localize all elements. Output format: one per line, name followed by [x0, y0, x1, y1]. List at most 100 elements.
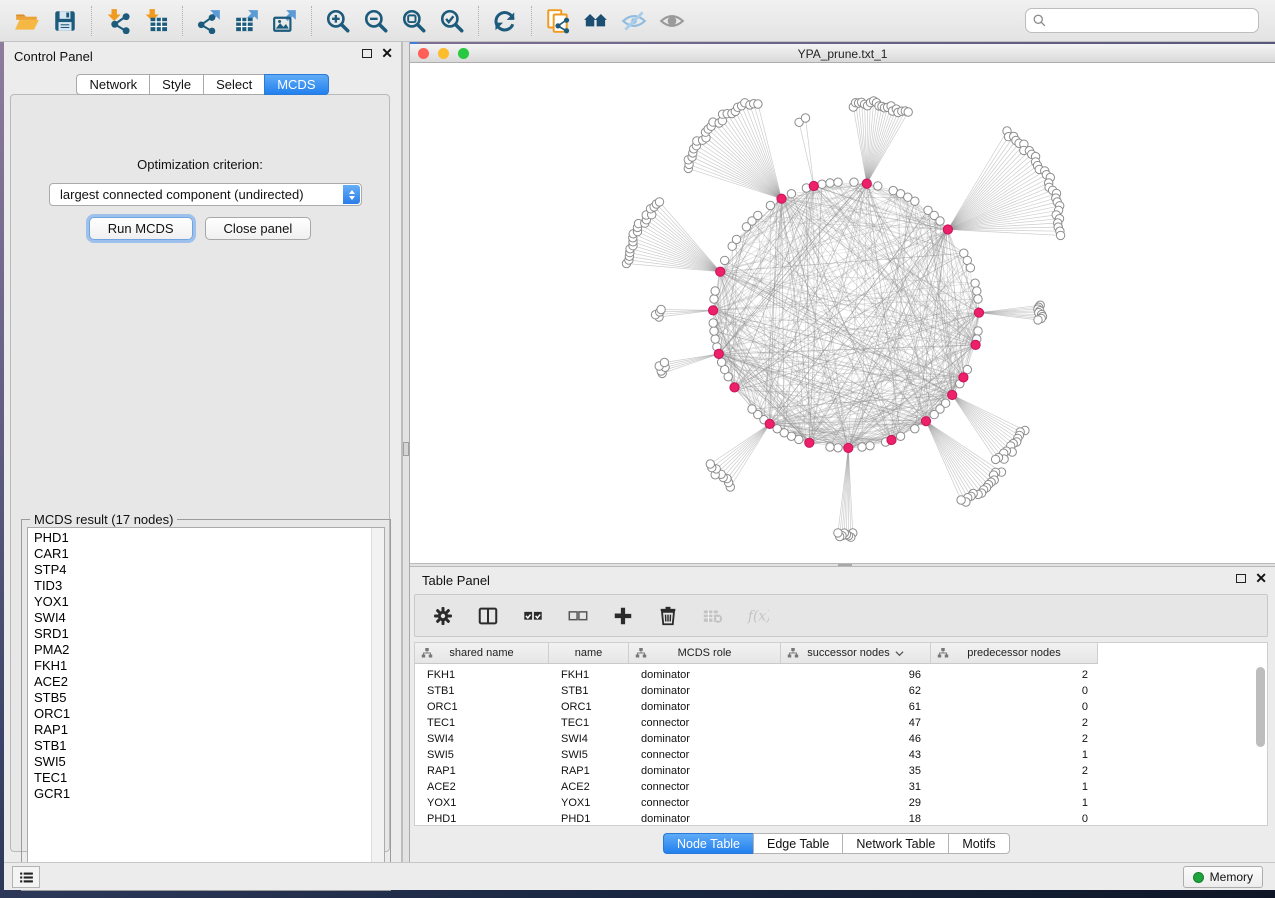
- mcds-result-item[interactable]: ACE2: [28, 674, 384, 690]
- network-node[interactable]: [850, 178, 858, 186]
- mcds-result-item[interactable]: STB5: [28, 690, 384, 706]
- import-network-button[interactable]: [99, 5, 137, 37]
- table-scrollbar[interactable]: [1256, 667, 1265, 817]
- network-node[interactable]: [754, 211, 762, 219]
- gear-button[interactable]: [429, 602, 457, 630]
- export-table-button[interactable]: [228, 5, 266, 37]
- network-node[interactable]: [974, 295, 982, 303]
- network-node[interactable]: [706, 460, 714, 468]
- column-header-name[interactable]: name: [549, 643, 629, 663]
- save-button[interactable]: [46, 5, 84, 37]
- network-node[interactable]: [874, 182, 882, 190]
- network-node[interactable]: [717, 358, 725, 366]
- network-node[interactable]: [973, 287, 981, 295]
- column-header-MCDS-role[interactable]: MCDS role: [629, 643, 781, 663]
- network-node[interactable]: [930, 410, 938, 418]
- mcds-result-item[interactable]: RAP1: [28, 722, 384, 738]
- table-row[interactable]: STB1STB1dominator620: [415, 683, 1098, 699]
- network-node[interactable]: [971, 279, 979, 287]
- mcds-result-item[interactable]: YOX1: [28, 594, 384, 610]
- network-node[interactable]: [974, 327, 982, 335]
- mcds-node[interactable]: [777, 194, 786, 203]
- mcds-node[interactable]: [844, 443, 853, 452]
- list-scrollbar[interactable]: [371, 528, 384, 884]
- network-node[interactable]: [711, 287, 719, 295]
- table-row[interactable]: YOX1YOX1connector291: [415, 795, 1098, 811]
- mcds-node[interactable]: [862, 179, 871, 188]
- tab-mcds[interactable]: MCDS: [264, 74, 328, 95]
- hide-selected-button[interactable]: [615, 5, 653, 37]
- mcds-node[interactable]: [974, 308, 983, 317]
- network-node[interactable]: [766, 201, 774, 209]
- mcds-result-item[interactable]: PMA2: [28, 642, 384, 658]
- copy-network-button[interactable]: [539, 5, 577, 37]
- network-node[interactable]: [826, 179, 834, 187]
- first-neighbors-button[interactable]: [577, 5, 615, 37]
- mcds-node[interactable]: [714, 349, 723, 358]
- mcds-result-item[interactable]: PHD1: [28, 530, 384, 546]
- close-panel-icon[interactable]: ✕: [1255, 573, 1267, 583]
- zoom-selected-button[interactable]: [433, 5, 471, 37]
- network-node[interactable]: [657, 305, 665, 313]
- select-all-button[interactable]: [519, 602, 547, 630]
- column-header-shared-name[interactable]: shared name: [415, 643, 549, 663]
- mcds-node[interactable]: [809, 181, 818, 190]
- refresh-button[interactable]: [486, 5, 524, 37]
- mcds-result-item[interactable]: STB1: [28, 738, 384, 754]
- network-node[interactable]: [711, 335, 719, 343]
- network-node[interactable]: [834, 529, 842, 537]
- mcds-node[interactable]: [943, 225, 952, 234]
- mcds-result-list[interactable]: PHD1CAR1STP4TID3YOX1SWI4SRD1PMA2FKH1ACE2…: [27, 527, 385, 885]
- deselect-all-button[interactable]: [564, 602, 592, 630]
- table-row[interactable]: ORC1ORC1dominator610: [415, 699, 1098, 715]
- memory-button[interactable]: Memory: [1183, 866, 1263, 888]
- network-node[interactable]: [660, 358, 668, 366]
- tab-motifs[interactable]: Motifs: [948, 833, 1009, 854]
- mcds-node[interactable]: [959, 373, 968, 382]
- mcds-node[interactable]: [765, 419, 774, 428]
- network-node[interactable]: [911, 197, 919, 205]
- network-window-titlebar[interactable]: YPA_prune.txt_1: [410, 44, 1275, 63]
- scrollbar-thumb[interactable]: [1256, 667, 1265, 747]
- mcds-result-item[interactable]: SRD1: [28, 626, 384, 642]
- export-network-button[interactable]: [190, 5, 228, 37]
- network-node[interactable]: [710, 327, 718, 335]
- tab-network[interactable]: Network: [76, 74, 149, 95]
- zoom-fit-button[interactable]: [395, 5, 433, 37]
- table-row[interactable]: FKH1FKH1dominator962: [415, 667, 1098, 683]
- network-node[interactable]: [866, 442, 874, 450]
- mcds-result-item[interactable]: SWI4: [28, 610, 384, 626]
- splitter-handle[interactable]: [838, 564, 852, 566]
- table-row[interactable]: PHD1PHD1dominator180: [415, 811, 1098, 826]
- network-node[interactable]: [936, 217, 944, 225]
- mcds-node[interactable]: [887, 435, 896, 444]
- network-node[interactable]: [896, 432, 904, 440]
- zoom-out-button[interactable]: [357, 5, 395, 37]
- network-node[interactable]: [732, 235, 740, 243]
- mcds-result-item[interactable]: CAR1: [28, 546, 384, 562]
- add-row-button[interactable]: [609, 602, 637, 630]
- mcds-result-item[interactable]: GCR1: [28, 786, 384, 802]
- close-panel-icon[interactable]: ✕: [381, 48, 393, 58]
- network-node[interactable]: [904, 108, 912, 116]
- import-table-button[interactable]: [137, 5, 175, 37]
- close-panel-button[interactable]: Close panel: [205, 217, 312, 240]
- mcds-result-item[interactable]: SWI5: [28, 754, 384, 770]
- network-node[interactable]: [787, 190, 795, 198]
- column-header-predecessor-nodes[interactable]: predecessor nodes: [931, 643, 1098, 663]
- search-input[interactable]: [1025, 8, 1259, 33]
- network-node[interactable]: [966, 264, 974, 272]
- tab-select[interactable]: Select: [203, 74, 264, 95]
- task-history-button[interactable]: [12, 866, 40, 888]
- export-image-button[interactable]: [266, 5, 304, 37]
- vertical-splitter[interactable]: [402, 42, 410, 862]
- network-node[interactable]: [834, 178, 842, 186]
- run-mcds-button[interactable]: Run MCDS: [89, 217, 193, 240]
- network-node[interactable]: [957, 496, 965, 504]
- table-row[interactable]: ACE2ACE2connector311: [415, 779, 1098, 795]
- network-node[interactable]: [991, 455, 999, 463]
- network-node[interactable]: [655, 198, 663, 206]
- network-node[interactable]: [911, 425, 919, 433]
- network-node[interactable]: [754, 100, 762, 108]
- network-node[interactable]: [748, 405, 756, 413]
